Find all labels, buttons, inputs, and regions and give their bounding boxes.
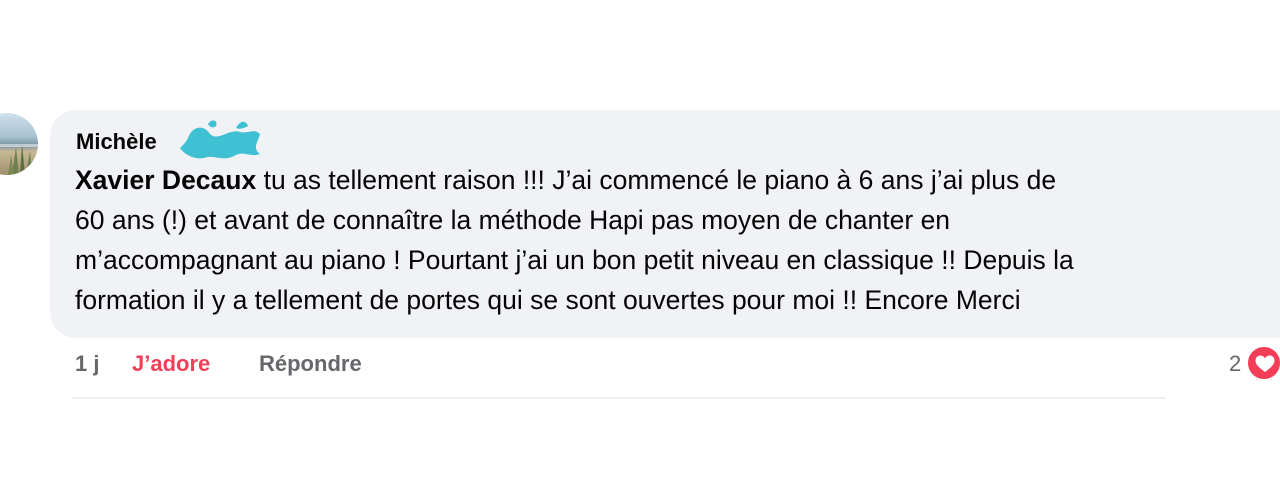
avatar[interactable] <box>0 113 38 175</box>
mention-link[interactable]: Xavier Decaux <box>75 165 256 195</box>
comment-line: m’accompagnant au piano ! Pourtant j’ai … <box>75 245 1074 275</box>
comment-line: formation il y a tellement de portes qui… <box>75 285 1021 315</box>
comment-line-text: tu as tellement raison !!! J’ai commencé… <box>256 165 1057 195</box>
reaction-count[interactable]: 2 <box>1229 349 1241 379</box>
reply-button[interactable]: Répondre <box>259 349 362 379</box>
divider <box>72 397 1166 399</box>
comment-timestamp[interactable]: 1 j <box>75 349 99 379</box>
heart-icon[interactable] <box>1246 345 1280 381</box>
comment-line: 60 ans (!) et avant de connaître la méth… <box>75 205 951 235</box>
heart-glyph <box>1255 355 1275 372</box>
love-reaction-button[interactable]: J’adore <box>132 349 210 379</box>
comment-text: Xavier Decaux tu as tellement raison !!!… <box>75 160 1275 320</box>
avatar-photo <box>0 143 38 175</box>
comment-line: Xavier Decaux tu as tellement raison !!!… <box>75 160 1275 200</box>
comment-author[interactable]: Michèle <box>76 128 157 156</box>
